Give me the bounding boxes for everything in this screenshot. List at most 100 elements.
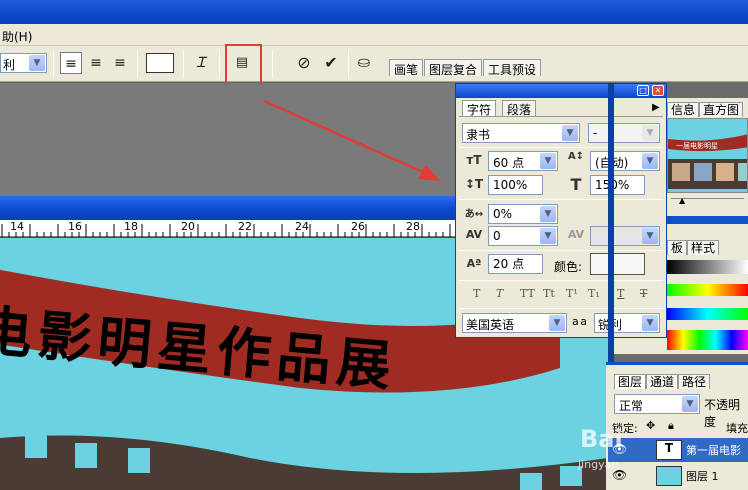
chevron-down-icon: ▼ (29, 55, 45, 71)
navigator-panel: 信息 直方图 一届电影明星 ▲ (667, 98, 748, 216)
tab-layers[interactable]: 图层 (614, 374, 647, 389)
layer-thumbnail (656, 466, 682, 486)
faux-bold-button[interactable]: T (473, 287, 480, 300)
lock-position-icon[interactable]: ✥ (646, 419, 655, 432)
layers-panel: 图层 通道 路径 正常 ▼ 不透明度 锁定: ✥ 🔒︎ 填充 👁︎ T 第一届电影 … (606, 362, 748, 490)
font-style-select[interactable]: - ▼ (588, 123, 660, 143)
divider (459, 147, 663, 148)
tab-paragraph[interactable]: 段落 (502, 100, 537, 117)
tab-histogram[interactable]: 直方图 (699, 102, 744, 117)
font-size-select[interactable]: 60 点 ▼ (488, 151, 558, 171)
divider (53, 51, 54, 77)
fill-label: 填充 (726, 422, 748, 435)
divider (459, 280, 663, 281)
chevron-down-icon: ▼ (642, 153, 658, 169)
dock-tab-brushes[interactable]: 画笔 (389, 59, 424, 77)
layer-row[interactable]: 👁︎ 图层 1 (608, 464, 748, 488)
color-slider-blue[interactable] (667, 308, 748, 320)
antialias-select[interactable]: 锐利 ▼ (594, 313, 660, 333)
ruler-label: 18 (124, 220, 138, 233)
cancel-icon[interactable]: ⊘ (293, 52, 315, 74)
baseline-shift-icon: Aª (466, 257, 482, 270)
kerning-select[interactable]: 0 ▼ (488, 226, 558, 246)
small-caps-button[interactable]: Tt (543, 287, 555, 300)
divider (459, 308, 663, 309)
text-color-swatch[interactable] (590, 253, 645, 275)
watermark-logo: Bai (580, 425, 623, 453)
color-ramp[interactable] (667, 330, 748, 350)
blend-mode-select[interactable]: 正常 ▼ (614, 394, 700, 414)
warp-text-icon[interactable]: Ꮖ (190, 52, 212, 74)
ruler-label: 26 (351, 220, 365, 233)
chevron-down-icon: ▼ (682, 396, 698, 412)
color-slider-green[interactable] (667, 284, 748, 296)
baseline-shift-input[interactable]: 20 点 (488, 254, 543, 274)
dock-tab-layer-comps[interactable]: 图层复合 (424, 59, 483, 77)
tsume-select[interactable]: 0% ▼ (488, 204, 558, 224)
text-color-swatch[interactable] (146, 53, 174, 73)
dock-tab-tool-presets[interactable]: 工具预设 (483, 59, 542, 77)
chevron-down-icon: ▼ (642, 315, 658, 331)
navigator-thumbnail[interactable]: 一届电影明星 (667, 118, 748, 193)
divider (459, 199, 663, 200)
tab-swatches[interactable]: 板 (667, 240, 688, 255)
swatches-panel: 板样式 (667, 224, 748, 354)
kerning-icon: AV (465, 228, 483, 241)
panel-filler (614, 338, 667, 354)
ruler-label: 22 (238, 220, 252, 233)
chevron-down-icon: ▼ (540, 228, 556, 244)
gray-slider[interactable] (667, 260, 748, 274)
lock-all-icon[interactable]: 🔒︎ (668, 419, 674, 433)
leading-select[interactable]: (自动) ▼ (590, 151, 660, 171)
menu-item-help[interactable]: 助(H) (2, 28, 32, 45)
ruler-label: 16 (68, 220, 82, 233)
file-browser-icon[interactable]: ⛀ (353, 51, 375, 73)
subscript-button[interactable]: T₁ (588, 287, 600, 300)
all-caps-button[interactable]: TT (520, 287, 535, 300)
underline-button[interactable]: T (617, 287, 624, 300)
close-icon[interactable]: ✕ (652, 85, 664, 96)
strikethrough-button[interactable]: T (640, 287, 647, 300)
chevron-down-icon: ▼ (549, 315, 565, 331)
tab-character[interactable]: 字符 (462, 100, 497, 117)
tsume-icon: あ↔ (464, 209, 484, 220)
chevron-down-icon: ▼ (540, 153, 556, 169)
minimize-icon[interactable]: □ (637, 85, 649, 96)
divider (348, 51, 349, 77)
watermark-subtext: jingyan (578, 458, 619, 471)
font-style-select[interactable]: 利 ▼ (0, 53, 47, 73)
tab-channels[interactable]: 通道 (646, 374, 679, 389)
divider (459, 250, 663, 251)
text-layer-icon: T (656, 440, 682, 460)
tab-info[interactable]: 信息 (667, 102, 700, 117)
zoom-thumb-icon[interactable]: ▲ (679, 196, 685, 205)
align-left-button[interactable]: ≡ (60, 52, 82, 74)
ruler-label: 14 (10, 220, 24, 233)
palette-well: 画笔 图层复合 工具预设 (389, 59, 542, 77)
layer-name: 图层 1 (686, 470, 719, 483)
vertical-scale-icon: ↕T (464, 177, 484, 191)
chevron-down-icon: ▼ (642, 228, 658, 244)
leading-icon: A↕ (567, 151, 585, 162)
superscript-button[interactable]: T¹ (566, 287, 578, 300)
font-family-select[interactable]: 隶书 ▼ (462, 123, 580, 143)
tab-paths[interactable]: 路径 (678, 374, 711, 389)
align-right-button[interactable]: ≡ (109, 52, 131, 74)
layer-name: 第一届电影 (686, 444, 741, 457)
tracking-select[interactable]: ▼ (590, 226, 660, 246)
panel-menu-icon[interactable]: ▶ (652, 102, 660, 113)
commit-check-icon[interactable]: ✔ (320, 52, 342, 74)
align-center-button[interactable]: ≡ (85, 52, 107, 74)
chevron-down-icon: ▼ (562, 125, 578, 141)
horizontal-scale-input[interactable]: 150% (590, 175, 645, 195)
vertical-scale-input[interactable]: 100% (488, 175, 543, 195)
language-select[interactable]: 美国英语 ▼ (462, 313, 567, 333)
panel-title-bar[interactable]: □ ✕ (456, 84, 666, 98)
ruler-label: 20 (181, 220, 195, 233)
tab-styles[interactable]: 样式 (687, 240, 720, 255)
zoom-slider[interactable]: ▲ (671, 196, 744, 206)
layer-row[interactable]: 👁︎ T 第一届电影 (608, 438, 748, 462)
font-size-icon: ᴛT (466, 153, 482, 167)
divider (137, 51, 138, 77)
faux-italic-button[interactable]: T (496, 287, 503, 300)
